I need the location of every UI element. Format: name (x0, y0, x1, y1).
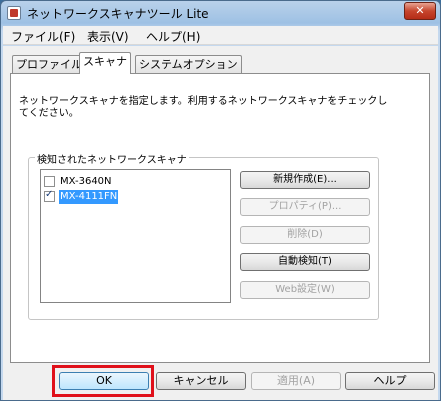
scanner-description: ネットワークスキャナを指定します。利用するネットワークスキャナをチェックしてくだ… (19, 96, 388, 119)
title-bar: ネットワークスキャナツール Lite ✕ (1, 1, 440, 25)
window-title: ネットワークスキャナツール Lite (27, 7, 209, 21)
scanner-checkbox[interactable] (44, 176, 55, 187)
list-item[interactable]: MX-4111FN (44, 189, 164, 205)
auto-detect-button[interactable]: 自動検知(T) (240, 253, 370, 271)
menu-bar: ファイル(F) 表示(V) ヘルプ(H) (3, 26, 438, 45)
cancel-button[interactable]: キャンセル (156, 372, 246, 390)
ok-button[interactable]: OK (59, 372, 149, 390)
scanner-checkbox[interactable] (44, 189, 55, 202)
menu-file[interactable]: ファイル(F) (11, 28, 75, 45)
menu-view[interactable]: 表示(V) (87, 28, 129, 45)
web-settings-button[interactable]: Web設定(W) (240, 281, 370, 299)
scanner-list[interactable]: MX-3640N MX-4111FN (40, 169, 231, 303)
close-button[interactable]: ✕ (404, 2, 436, 20)
detected-scanners-group: 検知されたネットワークスキャナ MX-3640N MX-4111FN 新規作成(… (28, 151, 379, 320)
app-icon (7, 6, 21, 20)
dialog-client: プロファイル スキャナ システムオプション ネットワークスキャナを指定します。利… (3, 46, 438, 400)
list-item[interactable]: MX-3640N (44, 175, 164, 189)
help-button[interactable]: ヘルプ (345, 372, 435, 390)
scanner-name: MX-3640N (60, 176, 112, 187)
properties-button[interactable]: プロパティ(P)... (240, 198, 370, 216)
tab-profile[interactable]: プロファイル (12, 55, 86, 73)
group-title: 検知されたネットワークスキャナ (35, 151, 189, 166)
dialog-window: ネットワークスキャナツール Lite ✕ ファイル(F) 表示(V) ヘルプ(H… (0, 0, 441, 401)
delete-button[interactable]: 削除(D) (240, 226, 370, 244)
tab-scanner[interactable]: スキャナ (79, 52, 131, 74)
tab-system-options[interactable]: システムオプション (135, 55, 242, 73)
new-button[interactable]: 新規作成(E)... (240, 171, 370, 189)
menu-help[interactable]: ヘルプ(H) (146, 28, 200, 45)
apply-button[interactable]: 適用(A) (251, 372, 341, 390)
scanner-name: MX-4111FN (57, 189, 120, 205)
